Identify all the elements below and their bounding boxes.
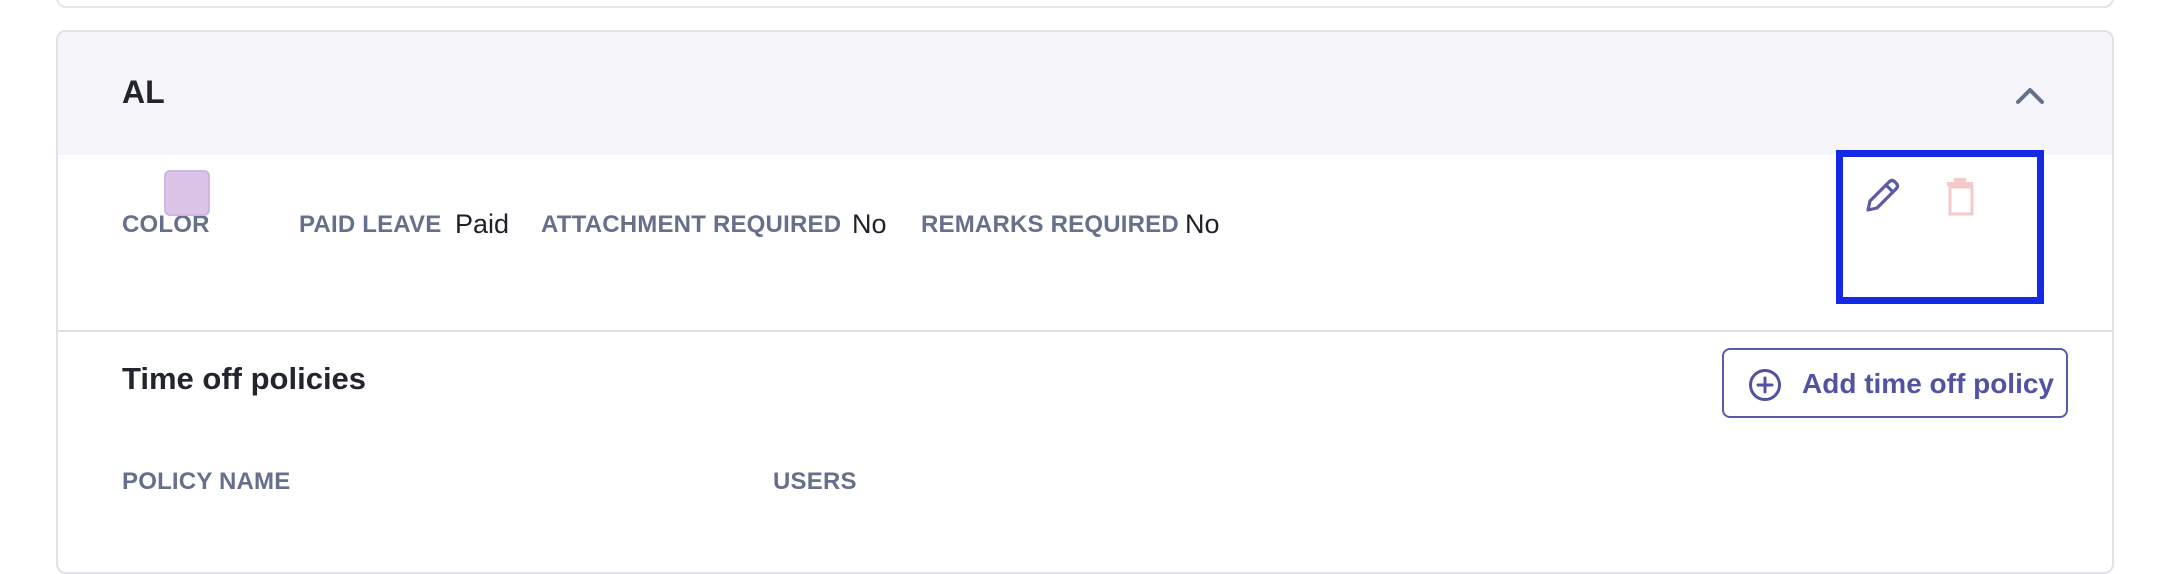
add-time-off-policy-button[interactable]: Add time off policy [1722,348,2068,418]
column-header-policy-name: POLICY NAME [122,468,291,495]
add-time-off-policy-label: Add time off policy [1802,368,2054,399]
remarks-required-label: REMARKS REQUIRED [921,211,1179,238]
plus-circle-icon [1749,369,1781,401]
column-header-users: USERS [773,468,857,495]
attachment-required-label: ATTACHMENT REQUIRED [541,211,842,238]
paid-leave-value: Paid [455,209,510,239]
trash-icon [1947,178,1974,216]
chevron-up-icon[interactable] [2010,80,2050,110]
remarks-required-value: No [1185,209,1220,239]
previous-card [56,0,2114,8]
paid-leave-label: PAID LEAVE [299,211,442,238]
edit-button[interactable] [1860,174,1904,218]
color-swatch [164,170,210,216]
leave-properties-row [58,155,2112,332]
attachment-required-value: No [852,209,887,239]
delete-button[interactable] [1940,174,1980,218]
pencil-icon [1866,178,1900,212]
card-header[interactable]: AL [58,32,2112,155]
leave-type-title: AL [122,74,165,110]
leave-type-card: AL [56,30,2114,574]
time-off-policies-title: Time off policies [122,361,367,396]
